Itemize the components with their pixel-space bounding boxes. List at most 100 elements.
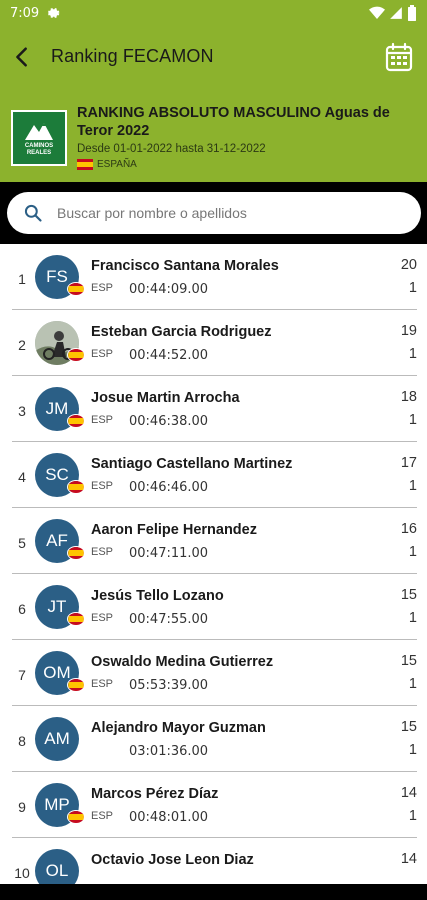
race-count: 1 <box>408 544 417 560</box>
rank-number: 3 <box>18 403 26 419</box>
avatar-initials: FS <box>46 267 68 286</box>
battery-icon <box>408 5 416 21</box>
athlete-name: Jesús Tello Lozano <box>91 588 224 604</box>
search-band <box>0 182 427 244</box>
list-item[interactable]: 9 MP Marcos Pérez Díaz ESP 00:48:01.00 1… <box>0 772 427 838</box>
ranking-dates: Desde 01-01-2022 hasta 31-12-2022 <box>77 143 266 155</box>
ranking-points: 15 <box>400 587 417 603</box>
spain-flag-icon <box>67 546 85 560</box>
athlete-country: ESP <box>91 678 114 690</box>
list-item[interactable]: 1 FS Francisco Santana Morales ESP 00:44… <box>0 244 427 310</box>
athlete-country: ESP <box>91 810 114 822</box>
navigation-bar <box>0 884 427 900</box>
rank-number: 10 <box>14 865 30 881</box>
spain-flag-icon <box>67 810 85 824</box>
athlete-name: Francisco Santana Morales <box>91 258 279 274</box>
race-time: 00:44:52.00 <box>129 348 209 363</box>
race-time: 00:44:09.00 <box>129 282 209 297</box>
spain-flag-icon <box>67 678 85 692</box>
system-icons <box>369 5 417 21</box>
avatar-initials: SC <box>45 465 69 484</box>
search-icon <box>24 204 42 222</box>
avatar: AM <box>35 717 79 761</box>
back-button[interactable] <box>6 41 38 73</box>
ranking-points: 15 <box>400 653 417 669</box>
ranking-points: 14 <box>400 851 417 867</box>
athlete-country: ESP <box>91 282 114 294</box>
rank-number: 2 <box>18 337 26 353</box>
page-title: Ranking FECAMON <box>51 46 214 66</box>
race-time: 00:47:55.00 <box>129 612 209 627</box>
race-time: 00:47:11.00 <box>129 546 209 561</box>
avatar-initials: MP <box>44 795 70 814</box>
race-count: 1 <box>408 610 417 626</box>
athlete-name: Josue Martin Arrocha <box>91 390 240 406</box>
avatar-initials: AM <box>44 729 70 748</box>
spain-flag-icon <box>77 159 93 170</box>
race-time: 00:46:38.00 <box>129 414 209 429</box>
race-count: 1 <box>408 676 417 692</box>
race-time: 00:48:01.00 <box>129 810 209 825</box>
spain-flag-icon <box>67 282 85 296</box>
race-count: 1 <box>408 280 417 296</box>
list-item[interactable]: 8 AM Alejandro Mayor Guzman 03:01:36.00 … <box>0 706 427 772</box>
status-time: 7:09 <box>10 6 40 21</box>
rank-number: 4 <box>18 469 26 485</box>
search-input[interactable] <box>57 198 407 228</box>
spain-flag-icon <box>67 612 85 626</box>
app-bar: Ranking FECAMON <box>0 28 427 86</box>
athlete-name: Marcos Pérez Díaz <box>91 786 219 802</box>
rank-number: 8 <box>18 733 26 749</box>
spain-flag-icon <box>67 348 85 362</box>
list-item[interactable]: 10 OL Octavio Jose Leon Diaz 14 <box>0 838 427 884</box>
calendar-icon[interactable] <box>385 42 413 72</box>
rank-number: 1 <box>18 271 26 287</box>
spain-flag-icon <box>67 480 85 494</box>
athlete-country: ESP <box>91 348 114 360</box>
logo-text: CAMINOS REALES <box>24 143 54 156</box>
gear-icon <box>47 8 60 18</box>
ranking-list[interactable]: 1 FS Francisco Santana Morales ESP 00:44… <box>0 244 427 884</box>
race-count: 1 <box>408 346 417 362</box>
ranking-header: CAMINOS REALES RANKING ABSOLUTO MASCULIN… <box>0 86 427 182</box>
athlete-country: ESP <box>91 546 114 558</box>
signal-icon <box>390 7 402 19</box>
avatar-initials: AF <box>46 531 68 550</box>
list-item[interactable]: 4 SC Santiago Castellano Martinez ESP 00… <box>0 442 427 508</box>
ranking-points: 19 <box>400 323 417 339</box>
ranking-points: 20 <box>400 257 417 273</box>
ranking-points: 18 <box>400 389 417 405</box>
ranking-points: 17 <box>400 455 417 471</box>
athlete-name: Santiago Castellano Martinez <box>91 456 293 472</box>
ranking-points: 15 <box>400 719 417 735</box>
rank-number: 7 <box>18 667 26 683</box>
avatar: OL <box>35 849 79 884</box>
rank-number: 9 <box>18 799 26 815</box>
list-item[interactable]: 3 JM Josue Martin Arrocha ESP 00:46:38.0… <box>0 376 427 442</box>
athlete-country: ESP <box>91 414 114 426</box>
arrow-left-icon <box>16 47 27 67</box>
rank-number: 5 <box>18 535 26 551</box>
search-bar[interactable] <box>7 192 421 234</box>
race-time: 00:46:46.00 <box>129 480 209 495</box>
ranking-points: 14 <box>400 785 417 801</box>
race-count: 1 <box>408 412 417 428</box>
race-count: 1 <box>408 808 417 824</box>
ranking-points: 16 <box>400 521 417 537</box>
spain-flag-icon <box>67 414 85 428</box>
list-item[interactable]: 7 OM Oswaldo Medina Gutierrez ESP 05:53:… <box>0 640 427 706</box>
athlete-name: Aaron Felipe Hernandez <box>91 522 257 538</box>
list-item[interactable]: 2 Esteban Garcia Rodriguez ESP 00:44:52.… <box>0 310 427 376</box>
athlete-name: Octavio Jose Leon Diaz <box>91 852 254 868</box>
avatar-initials: OM <box>43 663 71 682</box>
list-item[interactable]: 5 AF Aaron Felipe Hernandez ESP 00:47:11… <box>0 508 427 574</box>
list-item[interactable]: 6 JT Jesús Tello Lozano ESP 00:47:55.00 … <box>0 574 427 640</box>
ranking-title: RANKING ABSOLUTO MASCULINO Aguas de Tero… <box>77 105 390 139</box>
ranking-country: ESPAÑA <box>77 159 137 170</box>
athlete-name: Esteban Garcia Rodriguez <box>91 324 272 340</box>
race-time: 05:53:39.00 <box>129 678 209 693</box>
athlete-country: ESP <box>91 480 114 492</box>
wifi-icon <box>369 6 385 20</box>
athlete-name: Alejandro Mayor Guzman <box>91 720 266 736</box>
race-count: 1 <box>408 478 417 494</box>
